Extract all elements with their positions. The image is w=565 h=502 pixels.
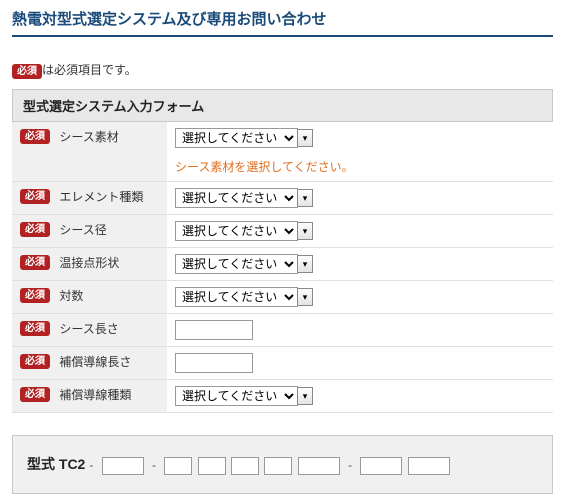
result-part-6[interactable] xyxy=(298,457,340,475)
result-box: 型式 TC2- - - xyxy=(12,435,553,494)
select-pair-count[interactable]: 選択してください xyxy=(175,287,298,307)
required-badge-icon: 必須 xyxy=(20,129,50,144)
label-element-type: エレメント種類 xyxy=(59,190,143,204)
result-sep: - xyxy=(348,458,352,472)
select-junction-shape[interactable]: 選択してください xyxy=(175,254,298,274)
result-part-5[interactable] xyxy=(264,457,292,475)
input-leadwire-length[interactable] xyxy=(175,353,253,373)
form-table: 必須 シース素材 選択してください ▾ シース素材を選択してください。 必須 エ… xyxy=(12,122,553,413)
result-sep: - xyxy=(89,458,93,472)
select-element-type[interactable]: 選択してください xyxy=(175,188,298,208)
result-label: 型式 TC2 xyxy=(27,456,85,472)
page-title: 熱電対型式選定システム及び専用お問い合わせ xyxy=(12,8,553,37)
result-part-1[interactable] xyxy=(102,457,144,475)
label-leadwire-type: 補償導線種類 xyxy=(59,388,131,402)
result-part-8[interactable] xyxy=(408,457,450,475)
validation-sheath-material: シース素材を選択してください。 xyxy=(175,158,545,175)
select-leadwire-type[interactable]: 選択してください xyxy=(175,386,298,406)
result-part-3[interactable] xyxy=(198,457,226,475)
result-part-4[interactable] xyxy=(231,457,259,475)
label-sheath-material: シース素材 xyxy=(59,130,118,144)
label-sheath-diameter: シース径 xyxy=(59,223,106,237)
result-part-7[interactable] xyxy=(360,457,402,475)
row-leadwire-type: 必須 補償導線種類 選択してください ▾ xyxy=(12,380,553,413)
row-sheath-diameter: 必須 シース径 選択してください ▾ xyxy=(12,215,553,248)
required-badge-icon: 必須 xyxy=(12,64,42,79)
required-badge-icon: 必須 xyxy=(20,255,50,270)
required-note-text: は必須項目です。 xyxy=(42,63,137,77)
chevron-down-icon[interactable]: ▾ xyxy=(297,222,313,240)
required-badge-icon: 必須 xyxy=(20,222,50,237)
row-pair-count: 必須 対数 選択してください ▾ xyxy=(12,281,553,314)
required-badge-icon: 必須 xyxy=(20,354,50,369)
label-junction-shape: 温接点形状 xyxy=(59,256,119,270)
required-badge-icon: 必須 xyxy=(20,321,50,336)
row-element-type: 必須 エレメント種類 選択してください ▾ xyxy=(12,182,553,215)
input-sheath-length[interactable] xyxy=(175,320,253,340)
chevron-down-icon[interactable]: ▾ xyxy=(297,129,313,147)
result-part-2[interactable] xyxy=(164,457,192,475)
chevron-down-icon[interactable]: ▾ xyxy=(297,387,313,405)
row-sheath-length: 必須 シース長さ xyxy=(12,314,553,347)
chevron-down-icon[interactable]: ▾ xyxy=(297,288,313,306)
select-sheath-diameter[interactable]: 選択してください xyxy=(175,221,298,241)
label-leadwire-length: 補償導線長さ xyxy=(59,355,131,369)
chevron-down-icon[interactable]: ▾ xyxy=(297,255,313,273)
required-badge-icon: 必須 xyxy=(20,387,50,402)
required-badge-icon: 必須 xyxy=(20,288,50,303)
chevron-down-icon[interactable]: ▾ xyxy=(297,189,313,207)
label-pair-count: 対数 xyxy=(59,289,83,303)
form-header: 型式選定システム入力フォーム xyxy=(12,89,553,122)
required-note: 必須は必須項目です。 xyxy=(12,61,553,79)
result-sep: - xyxy=(152,458,156,472)
row-sheath-material: 必須 シース素材 選択してください ▾ シース素材を選択してください。 xyxy=(12,122,553,182)
label-sheath-length: シース長さ xyxy=(59,322,118,336)
row-leadwire-length: 必須 補償導線長さ xyxy=(12,347,553,380)
required-badge-icon: 必須 xyxy=(20,189,50,204)
select-sheath-material[interactable]: 選択してください xyxy=(175,128,298,148)
row-junction-shape: 必須 温接点形状 選択してください ▾ xyxy=(12,248,553,281)
